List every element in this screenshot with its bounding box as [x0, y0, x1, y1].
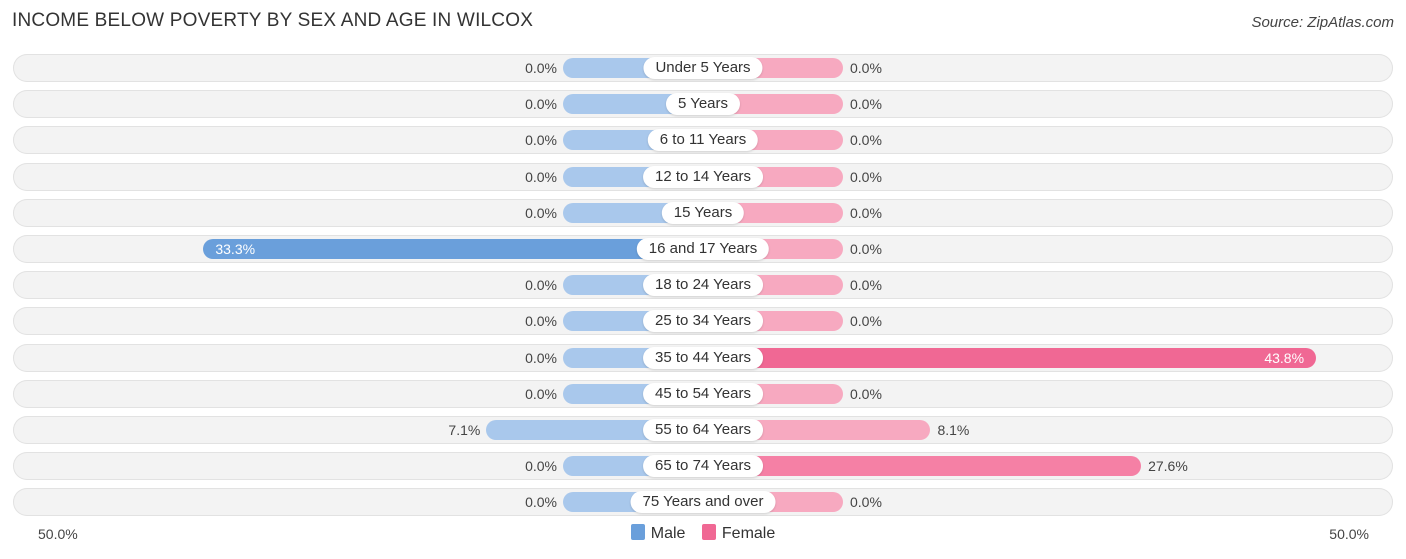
legend-swatch-female — [701, 524, 716, 540]
value-label-female: 0.0% — [850, 60, 882, 76]
category-label: 5 Years — [665, 93, 741, 116]
value-label-male: 0.0% — [525, 60, 557, 76]
category-label: 25 to 34 Years — [643, 310, 763, 333]
value-label-male: 0.0% — [525, 385, 557, 402]
row-75-years-and-over: 0.0% 0.0% 75 Years and over — [13, 488, 1393, 517]
source-credit: Source: ZipAtlas.com — [1251, 14, 1394, 31]
row-15-years: 0.0% 0.0% 15 Years — [13, 198, 1393, 227]
value-label-male: 0.0% — [525, 277, 557, 294]
value-label-female: 0.0% — [850, 494, 882, 511]
value-label-female: 0.0% — [850, 277, 882, 294]
row-16-and-17-years: 33.3% 0.0% 16 and 17 Years — [13, 235, 1393, 263]
value-label-male: 0.0% — [525, 313, 557, 330]
bar-male[interactable] — [203, 239, 703, 259]
row-45-to-54-years: 0.0% 0.0% 45 to 54 Years — [13, 379, 1393, 408]
value-label-female: 27.6% — [1148, 458, 1188, 475]
value-label-female: 0.0% — [850, 96, 882, 113]
value-label-female: 8.1% — [937, 422, 970, 438]
value-label-female: 0.0% — [850, 132, 882, 149]
category-label: Under 5 Years — [643, 57, 763, 79]
value-label-male: 0.0% — [525, 494, 557, 511]
category-label: 15 Years — [661, 201, 745, 224]
row-5-years: 0.0% 0.0% 5 Years — [13, 90, 1393, 119]
category-label: 75 Years and over — [630, 491, 776, 514]
category-label: 18 to 24 Years — [643, 274, 763, 297]
category-label: 35 to 44 Years — [643, 346, 763, 369]
bar-female[interactable] — [703, 456, 1142, 477]
legend: Male Female — [0, 524, 1406, 543]
category-label: 12 to 14 Years — [643, 165, 763, 188]
value-label-female: 43.8% — [1264, 349, 1305, 366]
row-35-to-44-years: 0.0% 43.8% 35 to 44 Years — [13, 343, 1393, 372]
value-label-female: 0.0% — [850, 204, 882, 221]
value-label-female: 0.0% — [850, 241, 882, 257]
row-65-to-74-years: 0.0% 27.6% 65 to 74 Years — [13, 452, 1393, 481]
row-55-to-64-years: 7.1% 8.1% 55 to 64 Years — [13, 416, 1393, 444]
category-label: 55 to 64 Years — [643, 419, 763, 441]
legend-item-male[interactable]: Male — [630, 524, 686, 543]
value-label-male: 33.3% — [215, 241, 256, 257]
category-label: 65 to 74 Years — [643, 455, 763, 478]
row-25-to-34-years: 0.0% 0.0% 25 to 34 Years — [13, 307, 1393, 336]
value-label-male: 7.1% — [448, 422, 481, 438]
legend-swatch-male — [630, 524, 645, 540]
value-label-male: 0.0% — [525, 168, 557, 185]
value-label-male: 0.0% — [525, 96, 557, 113]
category-label: 6 to 11 Years — [647, 129, 759, 152]
legend-label-female: Female — [721, 525, 776, 542]
value-label-female: 0.0% — [850, 168, 882, 185]
value-label-male: 0.0% — [525, 204, 557, 221]
bar-female[interactable] — [703, 347, 1317, 368]
category-label: 45 to 54 Years — [643, 382, 763, 405]
value-label-male: 0.0% — [525, 349, 557, 366]
category-label: 16 and 17 Years — [636, 238, 770, 260]
value-label-female: 0.0% — [850, 313, 882, 330]
value-label-female: 0.0% — [850, 385, 882, 402]
legend-item-female[interactable]: Female — [701, 524, 776, 543]
value-label-male: 0.0% — [525, 458, 557, 475]
row-under-5-years: 0.0% 0.0% Under 5 Years — [13, 54, 1393, 82]
row-6-to-11-years: 0.0% 0.0% 6 to 11 Years — [13, 126, 1393, 155]
row-18-to-24-years: 0.0% 0.0% 18 to 24 Years — [13, 271, 1393, 300]
value-label-male: 0.0% — [525, 132, 557, 149]
chart-title: INCOME BELOW POVERTY BY SEX AND AGE IN W… — [12, 10, 534, 31]
row-12-to-14-years: 0.0% 0.0% 12 to 14 Years — [13, 162, 1393, 191]
legend-label-male: Male — [650, 525, 686, 542]
